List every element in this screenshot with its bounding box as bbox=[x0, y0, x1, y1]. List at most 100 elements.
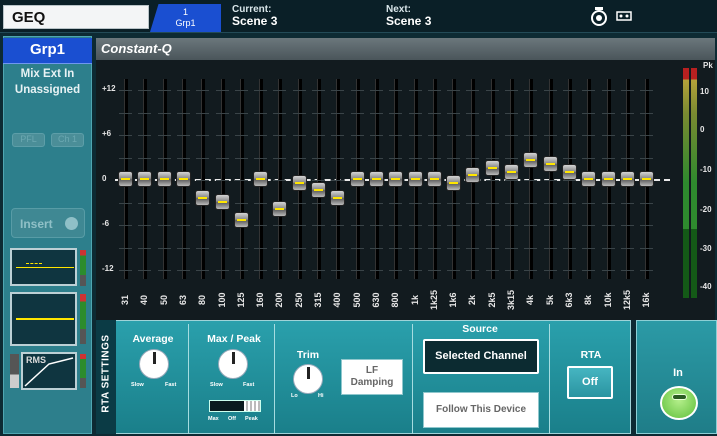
average-knob[interactable] bbox=[139, 349, 169, 379]
scene-recall-icon[interactable] bbox=[590, 6, 642, 28]
selected-channel-button[interactable]: Selected Channel bbox=[423, 339, 539, 374]
fader-band[interactable] bbox=[543, 79, 557, 279]
fader-band[interactable] bbox=[254, 79, 268, 279]
fader-knob[interactable] bbox=[331, 190, 345, 205]
fader-tick bbox=[524, 90, 538, 91]
fader-band[interactable] bbox=[389, 79, 403, 279]
fader-band[interactable] bbox=[312, 79, 325, 279]
fader-band[interactable] bbox=[196, 79, 210, 279]
in-button[interactable] bbox=[660, 386, 698, 420]
insert-button[interactable]: Insert bbox=[11, 208, 85, 238]
fader-band[interactable] bbox=[505, 79, 518, 279]
pfl-button[interactable]: PFL bbox=[12, 133, 45, 147]
fader-tick bbox=[601, 157, 615, 159]
group-tab[interactable]: 1 Grp1 bbox=[150, 4, 221, 32]
fader-knob[interactable] bbox=[505, 164, 518, 179]
fader-knob[interactable] bbox=[640, 172, 654, 186]
fader-tick bbox=[234, 247, 248, 249]
fader-tick bbox=[369, 157, 383, 159]
fader-knob[interactable] bbox=[466, 168, 480, 183]
maxpeak-knob[interactable] bbox=[218, 349, 248, 379]
fader-band[interactable] bbox=[331, 79, 345, 279]
fader-knob[interactable] bbox=[350, 172, 364, 186]
fader-band[interactable] bbox=[273, 79, 287, 279]
fader-tick bbox=[273, 180, 287, 181]
fader-tick bbox=[562, 157, 576, 159]
fader-knob[interactable] bbox=[215, 194, 229, 209]
fader-knob[interactable] bbox=[119, 172, 132, 186]
fader-knob[interactable] bbox=[176, 172, 190, 186]
fader-knob[interactable] bbox=[273, 202, 287, 216]
fader-band[interactable] bbox=[157, 79, 171, 279]
fader-band[interactable] bbox=[369, 79, 383, 279]
fader-knob[interactable] bbox=[312, 183, 325, 198]
maxpeak-label: Max / Peak bbox=[207, 333, 261, 345]
channel-button[interactable]: Ch 1 bbox=[51, 133, 84, 147]
fader-knob[interactable] bbox=[196, 190, 210, 205]
fader-knob[interactable] bbox=[447, 175, 461, 190]
freq-label: 40 bbox=[139, 295, 150, 306]
maxpeak-switch[interactable] bbox=[209, 400, 261, 412]
peq-thumbnail[interactable] bbox=[10, 292, 77, 346]
fader-band[interactable] bbox=[292, 79, 306, 279]
rta-settings-title: RTA SETTINGS bbox=[96, 320, 116, 434]
fader-tick bbox=[582, 202, 596, 204]
sidebar-assign: Unassigned bbox=[14, 84, 81, 96]
fader-band[interactable] bbox=[176, 79, 190, 279]
fader-tick bbox=[562, 90, 576, 91]
switch-handle[interactable] bbox=[244, 401, 260, 411]
fader-band[interactable] bbox=[640, 79, 654, 279]
fader-band[interactable] bbox=[119, 79, 132, 279]
geq-thumbnail[interactable] bbox=[10, 248, 77, 286]
fader-band[interactable] bbox=[601, 79, 615, 279]
fader-knob[interactable] bbox=[601, 172, 615, 186]
fader-band[interactable] bbox=[562, 79, 576, 279]
fader-knob[interactable] bbox=[620, 172, 634, 186]
sidebar-source: Mix Ext In bbox=[20, 68, 75, 80]
follow-device-button[interactable]: Follow This Device bbox=[423, 392, 539, 428]
fader-tick bbox=[505, 90, 518, 91]
fader-knob[interactable] bbox=[543, 157, 557, 171]
fader-knob[interactable] bbox=[369, 172, 383, 186]
fader-knob[interactable] bbox=[562, 164, 576, 179]
fader-tick bbox=[524, 202, 538, 204]
fader-band[interactable] bbox=[234, 79, 248, 279]
fader-knob[interactable] bbox=[408, 172, 422, 186]
fader-knob[interactable] bbox=[524, 153, 538, 168]
fader-band[interactable] bbox=[466, 79, 480, 279]
fader-band[interactable] bbox=[408, 79, 422, 279]
fader-tick bbox=[582, 135, 596, 136]
fader-tick bbox=[640, 157, 654, 159]
fader-band[interactable] bbox=[447, 79, 461, 279]
fader-tick bbox=[582, 225, 596, 226]
fader-tick bbox=[176, 202, 190, 204]
fader-tick bbox=[369, 135, 383, 136]
fader-knob[interactable] bbox=[582, 172, 596, 186]
trim-min: Lo bbox=[291, 393, 298, 399]
fader-tick bbox=[312, 90, 325, 91]
fader-knob[interactable] bbox=[138, 172, 152, 186]
fader-band[interactable] bbox=[582, 79, 596, 279]
fader-band[interactable] bbox=[427, 79, 441, 279]
fader-band[interactable] bbox=[138, 79, 152, 279]
fader-band[interactable] bbox=[485, 79, 499, 279]
fader-band[interactable] bbox=[524, 79, 538, 279]
lf-damping-button[interactable]: LF Damping bbox=[341, 359, 403, 395]
fader-knob[interactable] bbox=[157, 172, 171, 186]
trim-knob[interactable] bbox=[293, 364, 323, 394]
fader-knob[interactable] bbox=[389, 172, 403, 186]
fader-band[interactable] bbox=[215, 79, 229, 279]
freq-label: 16k bbox=[641, 292, 652, 308]
fader-knob[interactable] bbox=[485, 160, 499, 175]
fader-band[interactable] bbox=[350, 79, 364, 279]
compressor-thumbnail[interactable]: RMS bbox=[21, 352, 77, 390]
fader-band[interactable] bbox=[620, 79, 634, 279]
fader-tick bbox=[331, 270, 345, 271]
fader-knob[interactable] bbox=[254, 172, 268, 186]
fader-knob[interactable] bbox=[234, 213, 248, 228]
divider bbox=[274, 324, 275, 434]
fader-knob[interactable] bbox=[427, 172, 441, 186]
output-meter bbox=[680, 62, 715, 298]
fader-knob[interactable] bbox=[292, 175, 306, 190]
rta-toggle-button[interactable]: Off bbox=[567, 366, 613, 399]
